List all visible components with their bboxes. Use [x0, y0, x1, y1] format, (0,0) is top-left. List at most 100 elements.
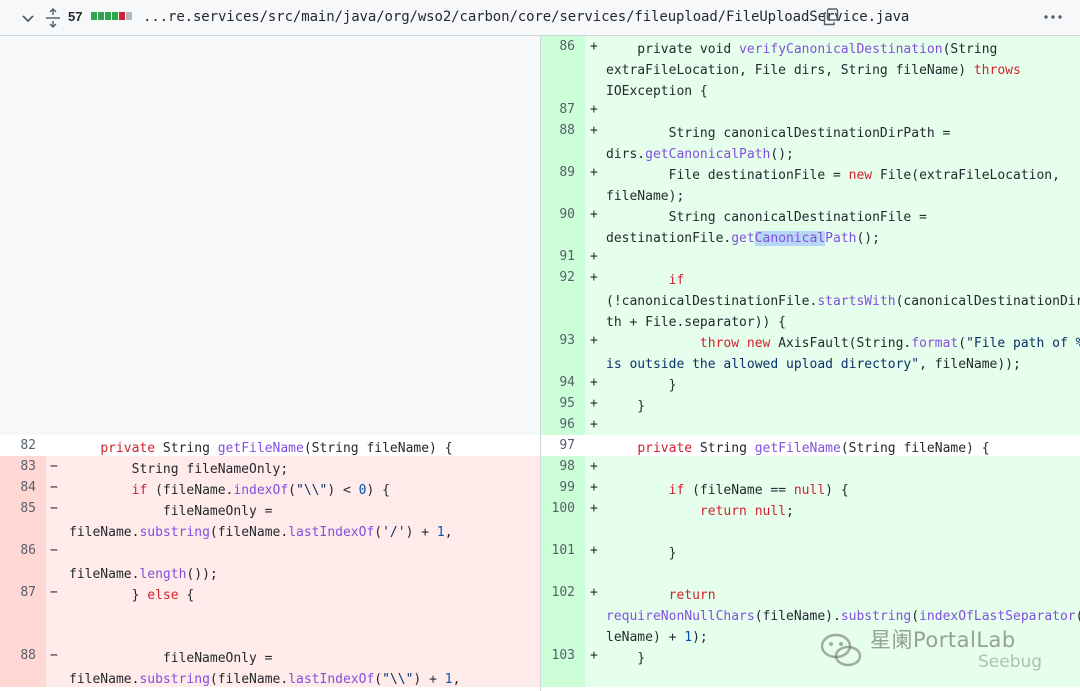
left-line-number[interactable]: [0, 372, 46, 393]
file-header: 57 ...re.services/src/main/java/org/wso2…: [0, 0, 1080, 36]
right-line-number[interactable]: 86: [541, 36, 585, 99]
code-token: 1: [436, 525, 445, 540]
left-code-cell: [46, 204, 540, 246]
left-diff-marker: −: [50, 648, 58, 663]
code-token: (fileName ==: [684, 483, 794, 498]
right-line-number[interactable]: 95: [541, 393, 585, 414]
right-line-number[interactable]: 99: [541, 477, 585, 498]
code-token: if: [668, 483, 685, 498]
left-line-number[interactable]: [0, 246, 46, 267]
left-line-number[interactable]: 87: [0, 582, 46, 645]
right-diff-marker: +: [590, 207, 598, 222]
left-line-number[interactable]: 85: [0, 498, 46, 540]
left-line-number[interactable]: [0, 36, 46, 99]
left-code: fileName.length());: [69, 543, 218, 585]
code-token: (String fileName) {: [303, 441, 453, 456]
code-token: throw: [699, 336, 740, 351]
diffstat-square: [91, 12, 97, 20]
left-line-number[interactable]: 83: [0, 456, 46, 477]
changes-count: 57: [68, 9, 83, 24]
left-diff-marker: −: [50, 501, 58, 516]
right-line-number[interactable]: 96: [541, 414, 585, 435]
code-line: fileName.substring(fileName.lastIndexOf(…: [69, 669, 460, 690]
code-token: length: [139, 567, 187, 582]
right-line-number[interactable]: 98: [541, 456, 585, 477]
diffstat-bar: [91, 12, 132, 20]
right-line-number[interactable]: 103: [541, 645, 585, 687]
code-token: ) {: [366, 483, 390, 498]
left-line-number[interactable]: [0, 330, 46, 372]
code-token: ,: [444, 525, 453, 540]
code-token: }: [606, 378, 677, 393]
file-path[interactable]: ...re.services/src/main/java/org/wso2/ca…: [143, 9, 909, 25]
code-line: } else {: [69, 585, 195, 606]
code-token: dirs.: [606, 147, 646, 162]
right-code: }: [606, 543, 677, 564]
right-line-number[interactable]: 87: [541, 99, 585, 120]
code-token: ());: [186, 567, 218, 582]
left-line-number[interactable]: [0, 414, 46, 435]
code-line: fileNameOnly =: [69, 501, 453, 522]
right-line-number[interactable]: 92: [541, 267, 585, 330]
right-line-number[interactable]: 88: [541, 120, 585, 162]
right-line-number[interactable]: 102: [541, 582, 585, 645]
chevron-down-icon[interactable]: [20, 10, 36, 26]
right-code-cell: [585, 393, 1080, 414]
right-line-number[interactable]: 89: [541, 162, 585, 204]
code-token: return: [699, 504, 747, 519]
code-token: String: [155, 441, 218, 456]
right-line-number[interactable]: 90: [541, 204, 585, 246]
code-token: }: [69, 588, 148, 603]
right-line-number[interactable]: 97: [541, 435, 585, 456]
left-line-number[interactable]: [0, 162, 46, 204]
right-code-cell: [585, 456, 1080, 477]
left-code: fileNameOnly = fileName.substring(fileNam…: [69, 501, 453, 543]
right-line-number[interactable]: 91: [541, 246, 585, 267]
left-line-number[interactable]: 86: [0, 540, 46, 582]
code-line: extraFileLocation, File dirs, String fil…: [606, 60, 1021, 81]
left-line-number[interactable]: 84: [0, 477, 46, 498]
left-line-number[interactable]: [0, 267, 46, 330]
right-code: return null;: [606, 501, 794, 522]
code-token: (: [374, 672, 383, 687]
code-token: (: [288, 483, 296, 498]
diffstat-square: [119, 12, 125, 20]
left-line-number[interactable]: [0, 204, 46, 246]
code-token: ,: [452, 672, 461, 687]
code-line: (!canonicalDestinationFile.startsWith(ca…: [606, 291, 1080, 312]
code-token: if: [131, 483, 148, 498]
right-diff-marker: +: [590, 480, 598, 495]
kebab-icon[interactable]: [1043, 10, 1063, 24]
code-token: (fi: [1076, 609, 1080, 624]
left-diff-marker: −: [50, 543, 58, 558]
left-code-cell: [46, 372, 540, 393]
right-diff-marker: +: [590, 417, 598, 432]
right-line-number[interactable]: 93: [541, 330, 585, 372]
right-line-number[interactable]: 100: [541, 498, 585, 540]
right-diff-marker: +: [590, 501, 598, 516]
right-diff-marker: +: [590, 102, 598, 117]
left-line-number[interactable]: [0, 99, 46, 120]
code-token: ) +: [405, 525, 437, 540]
code-token: getCanonicalPath: [645, 147, 771, 162]
code-token: (fileName.: [209, 672, 289, 687]
code-token: indexOf: [233, 483, 289, 498]
code-token: Path: [825, 231, 857, 246]
unfold-icon[interactable]: [44, 8, 62, 28]
right-line-number[interactable]: 101: [541, 540, 585, 582]
code-token: 1: [684, 630, 693, 645]
code-token: private: [637, 441, 693, 456]
right-line-number[interactable]: 94: [541, 372, 585, 393]
code-token: new: [746, 336, 771, 351]
left-line-number[interactable]: [0, 120, 46, 162]
right-diff-marker: +: [590, 375, 598, 390]
left-line-number[interactable]: [0, 393, 46, 414]
code-token: String canonicalDestinationFile =: [606, 210, 927, 225]
left-line-number[interactable]: 82: [0, 435, 46, 456]
code-token: {: [178, 588, 195, 603]
copy-icon[interactable]: [823, 8, 839, 26]
code-token: fileNameOnly =: [69, 504, 273, 519]
left-line-number[interactable]: 88: [0, 645, 46, 687]
right-diff-marker: +: [590, 396, 598, 411]
